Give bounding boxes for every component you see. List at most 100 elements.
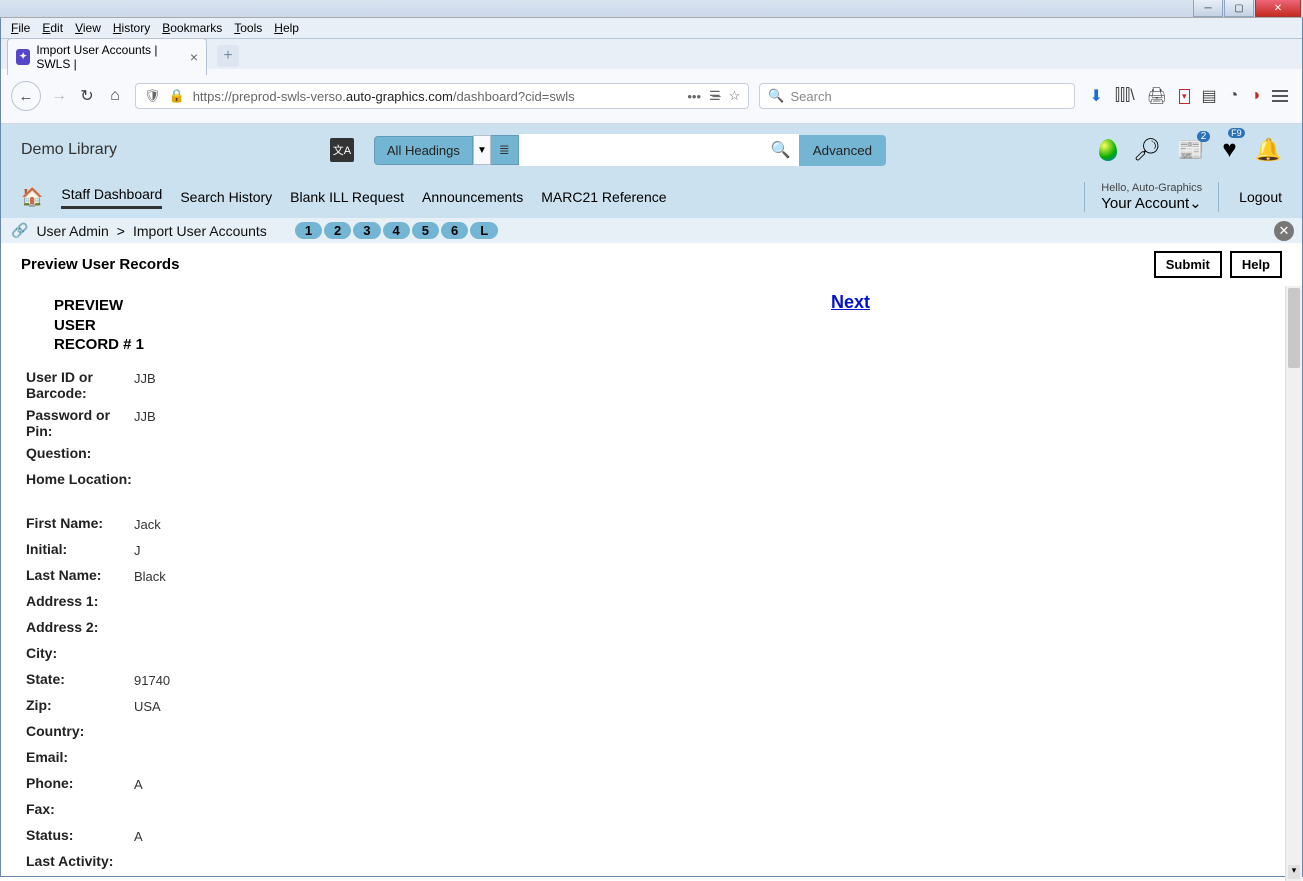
menu-bookmarks[interactable]: Bookmarks xyxy=(156,20,228,36)
balloon-icon[interactable] xyxy=(1099,139,1117,161)
favorites-icon[interactable]: ♥F9 xyxy=(1222,136,1236,164)
vertical-scrollbar[interactable]: ▾ xyxy=(1285,286,1302,881)
url-bar[interactable]: 🛡 🔒 https://preprod-swls-verso.auto-grap… xyxy=(135,83,749,109)
profile-icon[interactable]: ◔ xyxy=(1229,87,1239,105)
app-menu-button[interactable] xyxy=(1272,90,1288,102)
window-minimize-button[interactable]: ─ xyxy=(1193,0,1223,17)
record-label: Address 2: xyxy=(26,619,134,635)
catalog-search-input[interactable] xyxy=(519,134,799,166)
menu-help[interactable]: Help xyxy=(268,20,305,36)
headings-dropdown-button[interactable]: ▼ xyxy=(473,135,491,165)
window-titlebar: ─ ▢ ✕ xyxy=(0,0,1303,18)
nav-bar: 🏠 Staff Dashboard Search History Blank I… xyxy=(1,176,1302,218)
database-icon[interactable]: ≣ xyxy=(491,135,519,165)
pager-5[interactable]: 5 xyxy=(412,222,439,239)
menu-edit[interactable]: Edit xyxy=(36,20,69,36)
translate-icon[interactable]: 文A xyxy=(330,138,354,162)
pager-2[interactable]: 2 xyxy=(324,222,351,239)
pager-1[interactable]: 1 xyxy=(295,222,322,239)
downloads-icon[interactable]: ⬇ xyxy=(1089,86,1102,106)
record-row: Last Name:Black xyxy=(26,567,1260,593)
breadcrumb-import-user-accounts[interactable]: Import User Accounts xyxy=(133,223,267,239)
app-header: Demo Library 文A All Headings ▼ ≣ 🔍 Advan… xyxy=(1,124,1302,176)
browser-tab[interactable]: ✦ Import User Accounts | SWLS | × xyxy=(7,38,207,75)
nav-search-history[interactable]: Search History xyxy=(180,189,272,205)
pager-3[interactable]: 3 xyxy=(353,222,380,239)
security-extension-icon[interactable]: ▾ xyxy=(1179,89,1190,104)
ellipsis-icon[interactable]: ••• xyxy=(687,89,701,104)
news-badge: 2 xyxy=(1197,131,1211,142)
submit-button[interactable]: Submit xyxy=(1154,251,1222,278)
account-dropdown[interactable]: Your Account⌄ xyxy=(1101,194,1202,212)
home-button[interactable]: ⌂ xyxy=(105,87,125,105)
news-icon[interactable]: 📰2 xyxy=(1177,137,1204,163)
record-label: Address 1: xyxy=(26,593,134,609)
record-label: Status: xyxy=(26,827,134,843)
account-block[interactable]: Hello, Auto-Graphics Your Account⌄ xyxy=(1084,182,1219,212)
record-row: Question: xyxy=(26,445,1260,471)
breadcrumb-user-admin[interactable]: User Admin xyxy=(36,223,108,239)
record-label: City: xyxy=(26,645,134,661)
browser-menu-bar: File Edit View History Bookmarks Tools H… xyxy=(1,18,1302,39)
tab-close-button[interactable]: × xyxy=(190,49,198,65)
record-row: Phone:A xyxy=(26,775,1260,801)
notifications-icon[interactable]: 🔔 xyxy=(1255,137,1282,163)
link-icon: 🔗 xyxy=(11,222,28,239)
record-row: User ID or Barcode:JJB xyxy=(26,369,1260,407)
nav-staff-dashboard[interactable]: Staff Dashboard xyxy=(61,186,162,209)
logout-link[interactable]: Logout xyxy=(1239,189,1282,205)
reader-icon[interactable]: ☰̶ xyxy=(709,88,721,104)
search-submit-icon[interactable]: 🔍 xyxy=(771,140,791,160)
next-link[interactable]: Next xyxy=(831,292,870,313)
nav-announcements[interactable]: Announcements xyxy=(422,189,523,205)
record-row: Initial:J xyxy=(26,541,1260,567)
print-icon[interactable]: 🖨 xyxy=(1147,86,1167,106)
advanced-search-button[interactable]: Advanced xyxy=(799,135,886,166)
nav-home-icon[interactable]: 🏠 xyxy=(21,187,43,208)
pager-4[interactable]: 4 xyxy=(383,222,410,239)
record-row: Country: xyxy=(26,723,1260,749)
pager-6[interactable]: 6 xyxy=(441,222,468,239)
tab-strip: ✦ Import User Accounts | SWLS | × + xyxy=(1,39,1302,69)
window-close-button[interactable]: ✕ xyxy=(1255,0,1301,17)
chevron-down-icon: ⌄ xyxy=(1189,195,1202,212)
new-tab-button[interactable]: + xyxy=(217,45,239,67)
forward-button[interactable]: → xyxy=(49,87,69,105)
record-label: State: xyxy=(26,671,134,687)
menu-history[interactable]: History xyxy=(107,20,156,36)
record-row: Address 2: xyxy=(26,619,1260,645)
menu-view[interactable]: View xyxy=(69,20,107,36)
preview-record-heading: PREVIEW USER RECORD # 1 xyxy=(54,296,154,355)
headings-select-label: All Headings xyxy=(387,143,460,158)
bookmark-star-icon[interactable]: ☆ xyxy=(729,88,741,104)
help-button[interactable]: Help xyxy=(1230,251,1282,278)
content-area: Next PREVIEW USER RECORD # 1 User ID or … xyxy=(1,286,1285,881)
magnify-record-icon[interactable]: 🔎︎ xyxy=(1135,138,1159,162)
nav-blank-ill-request[interactable]: Blank ILL Request xyxy=(290,189,404,205)
record-label: Zip: xyxy=(26,697,134,713)
headings-select[interactable]: All Headings xyxy=(374,136,473,165)
record-value: J xyxy=(134,541,141,558)
record-row: Last Activity: xyxy=(26,853,1260,879)
record-row: First Name:Jack xyxy=(26,515,1260,541)
lock-icon: 🔒 xyxy=(169,88,185,104)
breadcrumb-close-button[interactable]: ✕ xyxy=(1274,221,1294,241)
browser-search-bar[interactable]: 🔍 Search xyxy=(759,83,1075,109)
record-label: User ID or Barcode: xyxy=(26,369,134,401)
sidebar-icon[interactable]: ▤ xyxy=(1202,86,1217,106)
pager-last[interactable]: L xyxy=(470,222,498,239)
menu-file[interactable]: File xyxy=(5,20,36,36)
record-table: User ID or Barcode:JJBPassword or Pin:JJ… xyxy=(26,369,1260,879)
record-label: Last Name: xyxy=(26,567,134,583)
record-label: Initial: xyxy=(26,541,134,557)
nav-marc21-reference[interactable]: MARC21 Reference xyxy=(541,189,666,205)
record-value: Black xyxy=(134,567,166,584)
back-button[interactable]: ← xyxy=(11,81,41,111)
record-label: Phone: xyxy=(26,775,134,791)
library-icon[interactable]: ⫿⫿⫿\ xyxy=(1115,87,1135,105)
reload-button[interactable]: ↻ xyxy=(77,86,97,106)
extension-icon[interactable]: ◑ xyxy=(1250,87,1260,105)
scrollbar-thumb[interactable] xyxy=(1288,288,1300,368)
window-maximize-button[interactable]: ▢ xyxy=(1224,0,1254,17)
menu-tools[interactable]: Tools xyxy=(228,20,268,36)
